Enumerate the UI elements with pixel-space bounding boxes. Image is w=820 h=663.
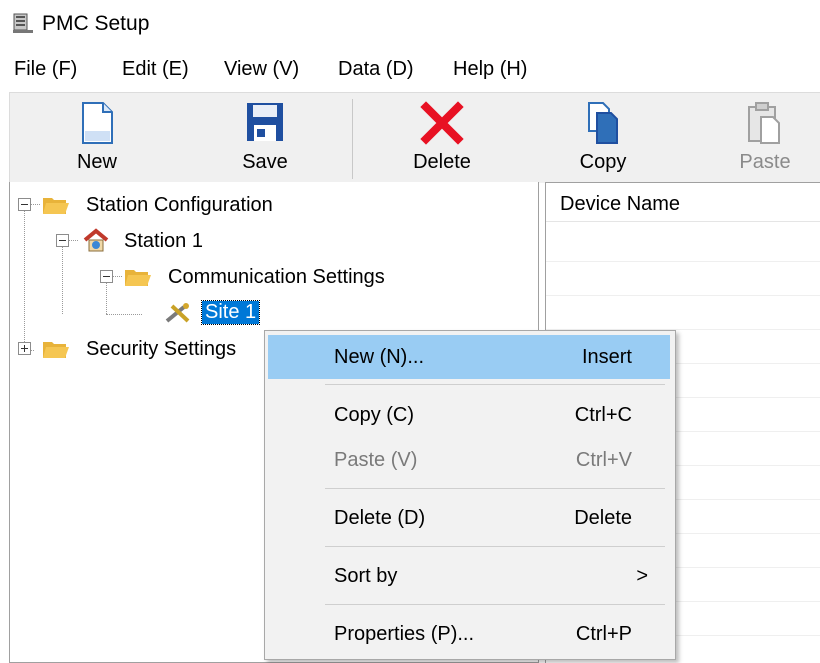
copy-button[interactable]: Copy — [548, 93, 658, 183]
tree-item-label: Station Configuration — [86, 194, 273, 216]
list-row-line — [546, 261, 820, 262]
expand-icon[interactable] — [18, 342, 31, 355]
tree-item-security-settings[interactable]: Security Settings — [10, 334, 280, 364]
new-button-label: New — [76, 151, 117, 173]
paste-button[interactable]: Paste — [710, 93, 820, 183]
menu-item-label: Properties (P)... — [334, 623, 475, 645]
menu-item-shortcut: Insert — [581, 346, 632, 368]
tree-item-communication-settings[interactable]: Communication Settings — [10, 262, 470, 292]
new-button[interactable]: New — [42, 93, 152, 183]
menu-item-shortcut: Ctrl+V — [575, 449, 632, 471]
collapse-icon[interactable] — [100, 270, 113, 283]
site-tools-icon — [165, 303, 190, 323]
menu-view[interactable]: View (V) — [222, 58, 301, 81]
menu-item-label: Sort by — [334, 565, 398, 587]
delete-button[interactable]: Delete — [387, 93, 497, 183]
folder-icon — [125, 270, 151, 286]
pmc-app-icon — [13, 13, 33, 33]
menu-item-label: New (N)... — [334, 346, 424, 368]
menu-separator — [325, 604, 665, 605]
context-menu-new[interactable]: New (N)... Insert — [268, 335, 670, 379]
copy-documents-icon — [588, 102, 618, 144]
toolbar: New Save Delete Copy Paste — [9, 92, 820, 183]
context-menu-sort-by[interactable]: Sort by > — [268, 554, 670, 598]
tree-item-station-1[interactable]: Station 1 — [10, 226, 410, 256]
tree-item-site-1[interactable]: Site 1 — [10, 298, 310, 328]
toolbar-separator — [352, 99, 353, 179]
menu-help[interactable]: Help (H) — [451, 58, 529, 81]
menu-separator — [325, 384, 665, 385]
menu-item-shortcut: Ctrl+C — [574, 404, 632, 426]
menu-edit[interactable]: Edit (E) — [120, 58, 191, 81]
menu-item-label: Paste (V) — [334, 449, 418, 471]
menu-item-shortcut: Ctrl+P — [575, 623, 632, 645]
list-row-line — [546, 295, 820, 296]
station-house-icon — [83, 228, 109, 252]
menu-item-label: Copy (C) — [334, 404, 415, 426]
save-button-label: Save — [242, 151, 288, 173]
window-title: PMC Setup — [42, 12, 150, 35]
tree-item-label: Communication Settings — [168, 266, 385, 288]
context-menu-delete[interactable]: Delete (D) Delete — [268, 496, 670, 540]
column-header-label: Device Name — [560, 193, 681, 215]
menu-bar: File (F) Edit (E) View (V) Data (D) Help… — [0, 52, 820, 88]
collapse-icon[interactable] — [18, 198, 31, 211]
folder-icon — [43, 342, 69, 358]
menu-data[interactable]: Data (D) — [336, 58, 416, 81]
menu-separator — [325, 488, 665, 489]
context-menu-paste[interactable]: Paste (V) Ctrl+V — [268, 438, 670, 482]
context-menu-copy[interactable]: Copy (C) Ctrl+C — [268, 393, 670, 437]
delete-x-icon — [420, 101, 464, 145]
paste-button-label: Paste — [739, 151, 791, 173]
menu-item-label: Delete (D) — [334, 507, 426, 529]
folder-icon — [43, 198, 69, 214]
collapse-icon[interactable] — [56, 234, 69, 247]
clipboard-paste-icon — [748, 102, 780, 144]
column-header-device-name[interactable]: Device Name — [546, 183, 820, 222]
submenu-arrow-icon: > — [636, 565, 648, 587]
tree-item-label: Station 1 — [124, 230, 203, 252]
menu-item-shortcut: Delete — [574, 507, 632, 529]
menu-file[interactable]: File (F) — [12, 58, 79, 81]
copy-button-label: Copy — [579, 151, 627, 173]
context-menu-properties[interactable]: Properties (P)... Ctrl+P — [268, 612, 670, 656]
new-document-icon — [82, 102, 113, 144]
title-bar: PMC Setup — [0, 0, 820, 52]
tree-item-station-configuration[interactable]: Station Configuration — [10, 190, 410, 220]
menu-separator — [325, 546, 665, 547]
tree-item-label: Security Settings — [86, 338, 237, 360]
context-menu: New (N)... Insert Copy (C) Ctrl+C Paste … — [264, 330, 676, 660]
tree-item-label: Site 1 — [200, 300, 261, 325]
delete-button-label: Delete — [413, 151, 471, 173]
floppy-disk-icon — [247, 103, 283, 141]
save-button[interactable]: Save — [210, 93, 320, 183]
